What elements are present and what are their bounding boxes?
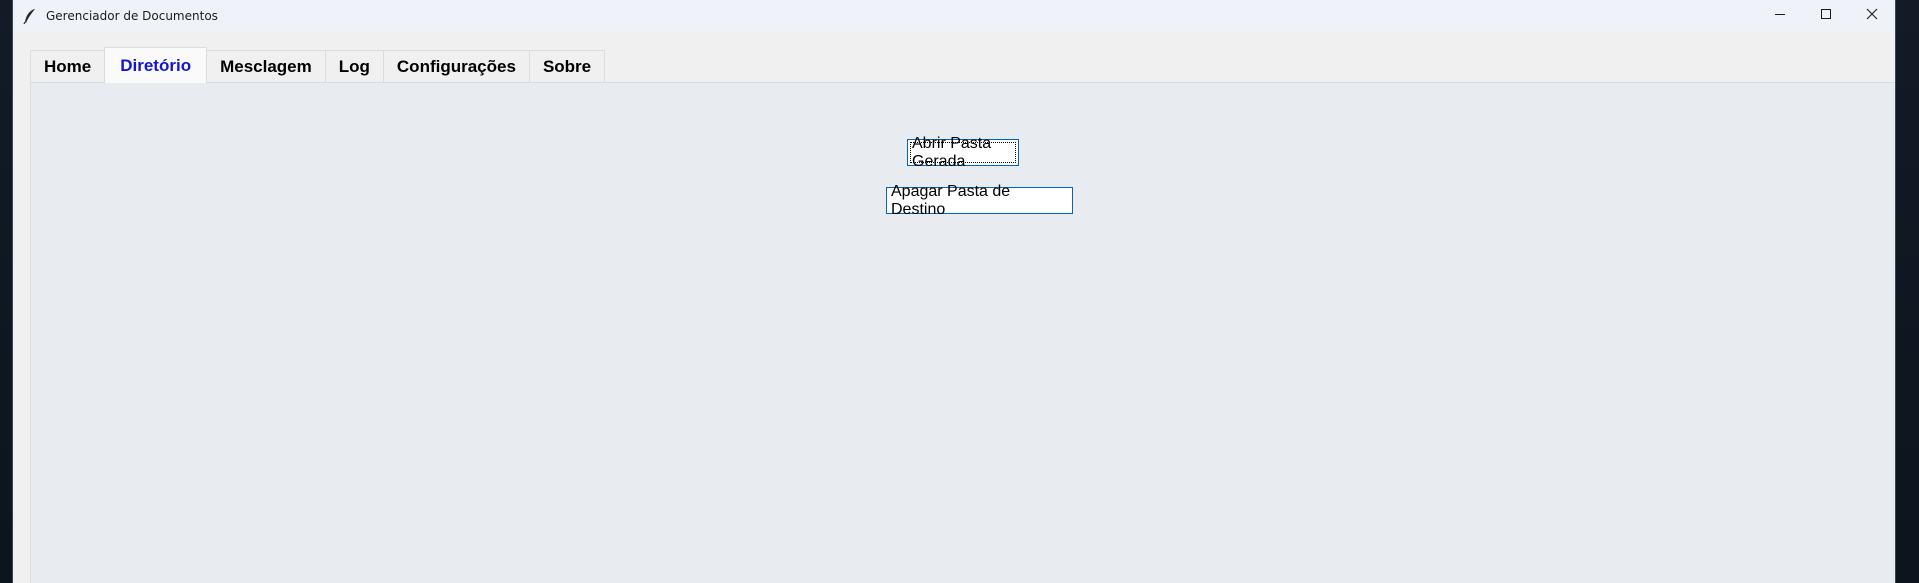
window-controls xyxy=(1757,0,1895,31)
close-button[interactable] xyxy=(1849,0,1895,31)
minimize-button[interactable] xyxy=(1757,0,1803,31)
minimize-icon xyxy=(1774,7,1786,25)
tab-home[interactable]: Home xyxy=(30,50,106,83)
tab-mesclagem[interactable]: Mesclagem xyxy=(206,50,326,83)
tab-sobre[interactable]: Sobre xyxy=(528,50,606,83)
open-generated-folder-button[interactable]: Abrir Pasta Gerada xyxy=(907,135,1019,170)
tab-bar: Home Diretório Mesclagem Log Configuraçõ… xyxy=(30,47,606,83)
app-window: Gerenciador de Documentos Home Diretório… xyxy=(12,0,1896,583)
close-icon xyxy=(1866,7,1878,25)
tab-diretorio[interactable]: Diretório xyxy=(104,47,208,83)
title-bar[interactable]: Gerenciador de Documentos xyxy=(13,0,1895,31)
window-title: Gerenciador de Documentos xyxy=(46,8,218,23)
window-client-area: Home Diretório Mesclagem Log Configuraçõ… xyxy=(13,31,1895,583)
maximize-icon xyxy=(1820,7,1832,25)
tab-log[interactable]: Log xyxy=(324,50,384,83)
delete-destination-folder-button[interactable]: Apagar Pasta de Destino xyxy=(886,183,1073,218)
tab-configuracoes[interactable]: Configurações xyxy=(382,50,530,83)
feather-icon xyxy=(22,8,38,24)
maximize-button[interactable] xyxy=(1803,0,1849,31)
diretorio-tab-panel: Abrir Pasta Gerada Apagar Pasta de Desti… xyxy=(30,82,1895,583)
